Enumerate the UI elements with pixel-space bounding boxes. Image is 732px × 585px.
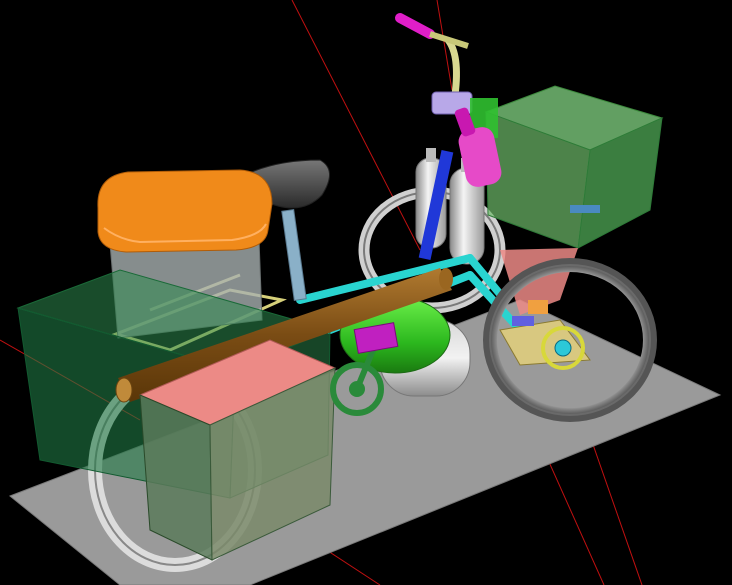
cad-3d-viewport[interactable] xyxy=(0,0,732,585)
left-grip[interactable] xyxy=(395,13,435,39)
front-green-crate[interactable] xyxy=(484,85,664,249)
handlebar[interactable] xyxy=(395,13,498,138)
scene-canvas[interactable] xyxy=(0,0,732,585)
crate-latch xyxy=(570,205,600,213)
axis-line-a xyxy=(291,0,421,251)
